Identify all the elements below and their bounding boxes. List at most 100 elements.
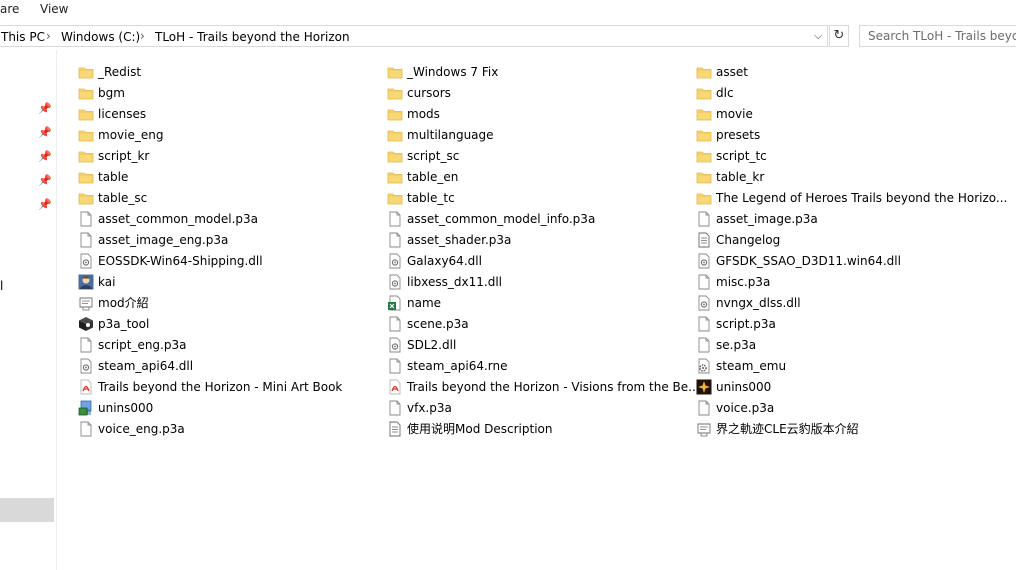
pin-icon[interactable]: 📌	[38, 150, 52, 164]
file-item[interactable]: Trails beyond the Horizon - Mini Art Boo…	[78, 376, 342, 397]
file-item-label: misc.p3a	[716, 274, 771, 289]
file-item[interactable]: table_en	[387, 166, 458, 187]
file-item-label: cursors	[407, 85, 451, 100]
file-item-label: movie	[716, 106, 753, 121]
file-item-label: voice_eng.p3a	[98, 421, 185, 436]
text-document-icon	[387, 421, 403, 437]
file-item-label: _Redist	[98, 64, 142, 79]
file-item[interactable]: vfx.p3a	[387, 397, 452, 418]
file-item[interactable]: kai	[78, 271, 115, 292]
file-item[interactable]: asset_common_model.p3a	[78, 208, 258, 229]
file-item[interactable]: script_tc	[696, 145, 767, 166]
file-item[interactable]: presets	[696, 124, 760, 145]
file-item-label: asset_shader.p3a	[407, 232, 512, 247]
tab-view[interactable]: View	[40, 2, 68, 16]
file-item[interactable]: p3a_tool	[78, 313, 149, 334]
file-item[interactable]: bgm	[78, 82, 125, 103]
cube-app-icon	[78, 316, 94, 332]
file-item[interactable]: table_sc	[78, 187, 147, 208]
file-item[interactable]: GFSDK_SSAO_D3D11.win64.dll	[696, 250, 901, 271]
file-item[interactable]: script.p3a	[696, 313, 776, 334]
folder-icon	[696, 64, 712, 80]
file-item-label: SDL2.dll	[407, 337, 457, 352]
file-item[interactable]: table	[78, 166, 128, 187]
file-item[interactable]: asset_image_eng.p3a	[78, 229, 228, 250]
address-bar[interactable]: This PC › Windows (C:) › TLoH - Trails b…	[0, 25, 828, 47]
breadcrumb-separator[interactable]: ›	[140, 29, 145, 43]
file-item[interactable]: voice_eng.p3a	[78, 418, 185, 439]
file-icon	[387, 400, 403, 416]
file-item[interactable]: unins000	[696, 376, 771, 397]
nav-item-selected[interactable]	[0, 498, 54, 522]
file-item[interactable]: asset_common_model_info.p3a	[387, 208, 595, 229]
file-item[interactable]: cursors	[387, 82, 451, 103]
file-item[interactable]: 使用说明Mod Description	[387, 418, 552, 439]
breadcrumb-current-folder[interactable]: TLoH - Trails beyond the Horizon	[155, 30, 350, 44]
file-item[interactable]: se.p3a	[696, 334, 756, 355]
file-item-label: nvngx_dlss.dll	[716, 295, 801, 310]
file-item[interactable]: mod介紹	[78, 292, 149, 313]
breadcrumb-separator[interactable]: ›	[46, 29, 51, 43]
file-item[interactable]: steam_api64.dll	[78, 355, 193, 376]
file-item[interactable]: voice.p3a	[696, 397, 774, 418]
file-item[interactable]: steam_api64.rne	[387, 355, 507, 376]
folder-icon	[387, 190, 403, 206]
file-item-label: movie_eng	[98, 127, 164, 142]
file-item[interactable]: mods	[387, 103, 440, 124]
file-item-label: GFSDK_SSAO_D3D11.win64.dll	[716, 253, 901, 268]
file-item[interactable]: movie	[696, 103, 753, 124]
pin-icon[interactable]: 📌	[38, 198, 52, 212]
pin-icon[interactable]: 📌	[38, 174, 52, 188]
breadcrumb-windows-c[interactable]: Windows (C:)	[61, 30, 140, 44]
info-document-icon	[78, 295, 94, 311]
file-item[interactable]: dlc	[696, 82, 734, 103]
folder-icon	[696, 106, 712, 122]
file-icon	[696, 211, 712, 227]
file-item-label: EOSSDK-Win64-Shipping.dll	[98, 253, 263, 268]
file-item[interactable]: _Redist	[78, 61, 141, 82]
search-input[interactable]	[859, 25, 1016, 47]
file-item[interactable]: script_kr	[78, 145, 149, 166]
file-item[interactable]: Galaxy64.dll	[387, 250, 482, 271]
ribbon-bar: are View	[0, 0, 1016, 22]
file-item[interactable]: The Legend of Heroes Trails beyond the H…	[696, 187, 1007, 208]
file-item-label: kai	[98, 274, 116, 289]
tab-share[interactable]: are	[0, 2, 19, 16]
file-icon	[696, 400, 712, 416]
file-item[interactable]: 界之軌迹CLE云豹版本介紹	[696, 418, 859, 439]
pin-icon[interactable]: 📌	[38, 126, 52, 140]
file-item-label: voice.p3a	[716, 400, 775, 415]
file-item[interactable]: unins000	[78, 397, 153, 418]
info-document-icon	[696, 421, 712, 437]
file-item[interactable]: libxess_dx11.dll	[387, 271, 502, 292]
file-item[interactable]: asset_shader.p3a	[387, 229, 511, 250]
nav-item-fragment[interactable]: l	[0, 279, 3, 293]
file-item-label: steam_api64.dll	[98, 358, 194, 373]
file-item[interactable]: movie_eng	[78, 124, 163, 145]
file-item[interactable]: misc.p3a	[696, 271, 770, 292]
refresh-icon[interactable]: ↻	[829, 25, 849, 47]
file-icon	[78, 337, 94, 353]
file-item[interactable]: licenses	[78, 103, 146, 124]
chevron-down-icon[interactable]: ⌵	[814, 29, 822, 43]
breadcrumb-this-pc[interactable]: This PC	[1, 30, 45, 44]
file-item[interactable]: SDL2.dll	[387, 334, 456, 355]
file-item[interactable]: nvngx_dlss.dll	[696, 292, 801, 313]
file-item[interactable]: table_kr	[696, 166, 764, 187]
file-item[interactable]: asset_image.p3a	[696, 208, 818, 229]
file-item[interactable]: asset	[696, 61, 748, 82]
file-item[interactable]: table_tc	[387, 187, 455, 208]
file-item[interactable]: script_sc	[387, 145, 459, 166]
pin-icon[interactable]: 📌	[38, 102, 52, 116]
file-item[interactable]: script_eng.p3a	[78, 334, 186, 355]
file-item-label: vfx.p3a	[407, 400, 452, 415]
file-item[interactable]: name	[387, 292, 441, 313]
file-item[interactable]: _Windows 7 Fix	[387, 61, 498, 82]
file-item[interactable]: EOSSDK-Win64-Shipping.dll	[78, 250, 263, 271]
file-item[interactable]: steam_emu	[696, 355, 786, 376]
file-item[interactable]: scene.p3a	[387, 313, 469, 334]
file-item[interactable]: Changelog	[696, 229, 780, 250]
file-item[interactable]: multilanguage	[387, 124, 494, 145]
file-item-label: 使用说明Mod Description	[407, 422, 553, 436]
file-item[interactable]: Trails beyond the Horizon - Visions from…	[387, 376, 700, 397]
